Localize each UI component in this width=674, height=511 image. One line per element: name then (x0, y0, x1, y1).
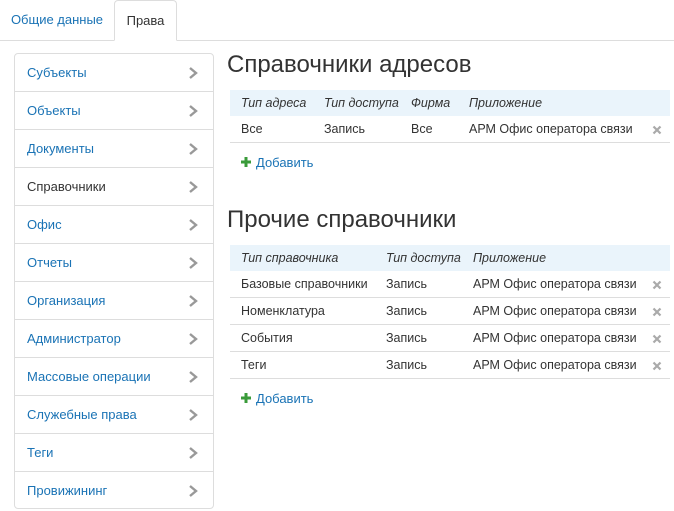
table-cell: Номенклатура (230, 297, 375, 325)
table-cell: Запись (375, 271, 462, 298)
column-header: Приложение (473, 251, 547, 265)
chevron-right-icon (189, 333, 198, 345)
sidebar-item-documents[interactable]: Документы (15, 130, 213, 168)
sidebar-item-service-rights[interactable]: Служебные права (15, 396, 213, 434)
sidebar-item-label: Субъекты (27, 65, 87, 80)
sidebar-item-objects[interactable]: Объекты (15, 92, 213, 130)
chevron-right-icon (189, 447, 198, 459)
close-icon[interactable] (652, 307, 662, 317)
add-address-directory-button[interactable]: Добавить (240, 155, 313, 170)
chevron-right-icon (189, 67, 198, 79)
sidebar-item-directories[interactable]: Справочники (15, 168, 213, 206)
add-label: Добавить (256, 155, 314, 170)
sidebar-item-label: Офис (27, 217, 62, 232)
column-header: Тип доступа (324, 96, 399, 110)
table-cell: Запись (313, 116, 400, 143)
sidebar-item-label: Организация (27, 293, 106, 308)
table-cell: Все (400, 116, 458, 143)
sidebar-item-provisioning[interactable]: Провижининг (15, 472, 213, 508)
other-directories-table: Тип справочника Тип доступа Приложение Б… (230, 245, 670, 379)
column-header-actions (644, 90, 670, 116)
remove-cell (644, 297, 670, 325)
sidebar-item-label: Провижининг (27, 483, 108, 498)
column-header: Фирма (411, 96, 451, 110)
sidebar-item-administrator[interactable]: Администратор (15, 320, 213, 358)
table-cell: АРМ Офис оператора связи (462, 271, 644, 298)
table-cell: Запись (375, 351, 462, 379)
sidebar-item-label: Объекты (27, 103, 81, 118)
table-row: Номенклатура Запись АРМ Офис оператора с… (230, 297, 670, 325)
table-cell: Запись (375, 324, 462, 352)
close-icon[interactable] (652, 334, 662, 344)
column-header-actions (644, 245, 670, 271)
sidebar-item-label: Массовые операции (27, 369, 151, 384)
sidebar-item-label: Справочники (27, 179, 106, 194)
sidebar-item-bulk-operations[interactable]: Массовые операции (15, 358, 213, 396)
table-row: Все Запись Все АРМ Офис оператора связи (230, 116, 670, 143)
close-icon[interactable] (652, 361, 662, 371)
table-cell: Теги (230, 351, 375, 379)
tab-general[interactable]: Общие данные (0, 0, 114, 40)
table-cell: Базовые справочники (230, 271, 375, 298)
sidebar-item-subjects[interactable]: Субъекты (15, 54, 213, 92)
chevron-right-icon (189, 219, 198, 231)
column-header: Приложение (469, 96, 543, 110)
section-title-other-directories: Прочие справочники (227, 206, 457, 233)
table-cell: Все (230, 116, 313, 143)
close-icon[interactable] (652, 280, 662, 290)
sidebar-item-label: Служебные права (27, 407, 137, 422)
chevron-right-icon (189, 485, 198, 497)
sidebar-item-reports[interactable]: Отчеты (15, 244, 213, 282)
table-cell: АРМ Офис оператора связи (458, 116, 644, 143)
close-icon[interactable] (652, 125, 662, 135)
chevron-right-icon (189, 409, 198, 421)
table-row: Базовые справочники Запись АРМ Офис опер… (230, 271, 670, 298)
sidebar-item-label: Администратор (27, 331, 121, 346)
remove-cell (644, 324, 670, 352)
table-cell: События (230, 324, 375, 352)
remove-cell (644, 271, 670, 298)
remove-cell (644, 116, 670, 143)
sidebar-item-label: Теги (27, 445, 54, 460)
column-header: Тип адреса (241, 96, 307, 110)
tab-bar: Общие данные Права (0, 0, 674, 41)
chevron-right-icon (189, 181, 198, 193)
table-row: Теги Запись АРМ Офис оператора связи (230, 351, 670, 379)
add-other-directory-button[interactable]: Добавить (240, 391, 313, 406)
sidebar-item-label: Отчеты (27, 255, 72, 270)
sidebar-item-organization[interactable]: Организация (15, 282, 213, 320)
table-header-row: Тип справочника Тип доступа Приложение (230, 245, 670, 271)
sidebar-item-label: Документы (27, 141, 95, 156)
column-header: Тип справочника (241, 251, 339, 265)
sidebar-item-tags[interactable]: Теги (15, 434, 213, 472)
add-label: Добавить (256, 391, 314, 406)
table-cell: Запись (375, 297, 462, 325)
table-cell: АРМ Офис оператора связи (462, 324, 644, 352)
chevron-right-icon (189, 257, 198, 269)
table-row: События Запись АРМ Офис оператора связи (230, 324, 670, 352)
plus-icon (241, 157, 251, 167)
plus-icon (241, 393, 251, 403)
remove-cell (644, 351, 670, 379)
table-header-row: Тип адреса Тип доступа Фирма Приложение (230, 90, 670, 116)
chevron-right-icon (189, 143, 198, 155)
column-header: Тип доступа (386, 251, 461, 265)
table-cell: АРМ Офис оператора связи (462, 297, 644, 325)
chevron-right-icon (189, 295, 198, 307)
address-directories-table: Тип адреса Тип доступа Фирма Приложение … (230, 90, 670, 143)
section-title-address-directories: Справочники адресов (227, 51, 472, 78)
chevron-right-icon (189, 105, 198, 117)
sidebar-item-office[interactable]: Офис (15, 206, 213, 244)
sidebar: Субъекты Объекты Документы Справочники О… (14, 53, 214, 509)
chevron-right-icon (189, 371, 198, 383)
table-cell: АРМ Офис оператора связи (462, 351, 644, 379)
tab-rights[interactable]: Права (114, 0, 177, 41)
